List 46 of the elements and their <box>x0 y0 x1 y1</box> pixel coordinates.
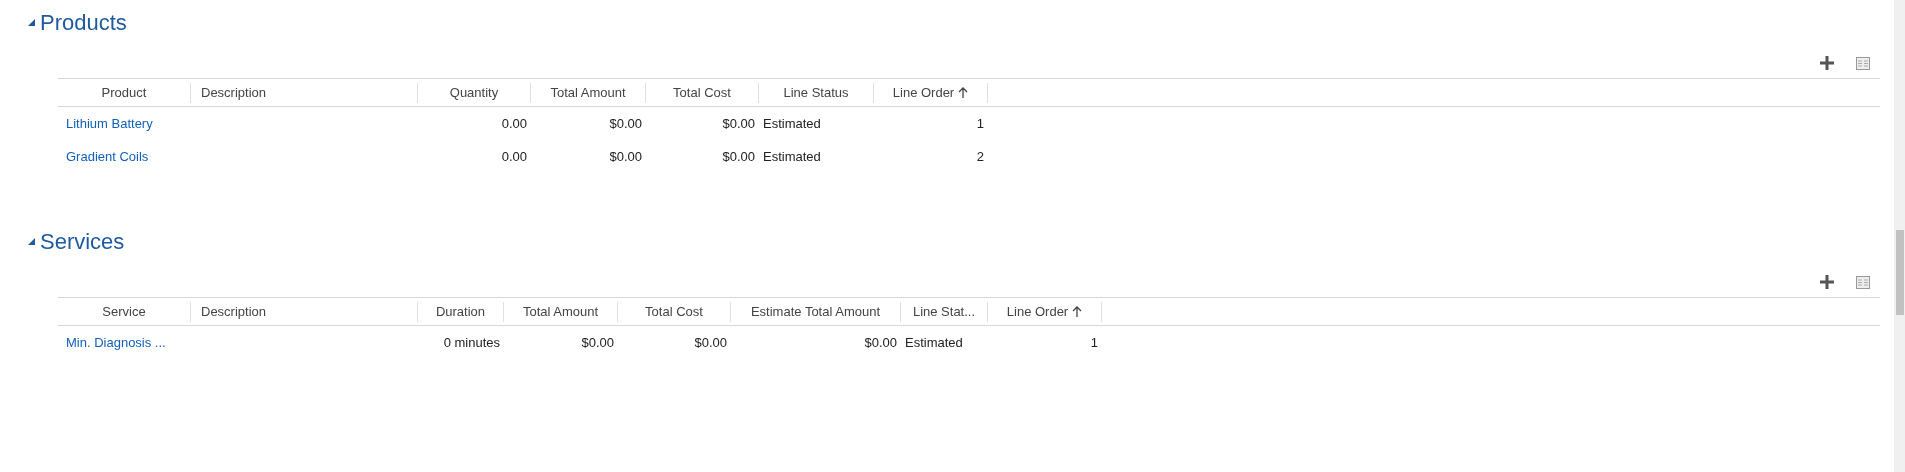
column-header[interactable]: Duration <box>435 301 486 322</box>
sort-ascending-icon[interactable] <box>958 87 969 98</box>
column-header[interactable]: Description <box>201 82 267 103</box>
column-header[interactable]: Line Order <box>892 82 955 103</box>
grid-view-icon[interactable] <box>1856 275 1870 289</box>
add-icon[interactable] <box>1820 56 1834 70</box>
record-link[interactable]: Lithium Battery <box>66 115 153 131</box>
table-cell: 0.00 <box>501 115 527 131</box>
table-cell: $0.00 <box>864 334 897 350</box>
table-cell: $0.00 <box>694 334 727 350</box>
column-header[interactable]: Line Order <box>1006 301 1069 322</box>
column-header[interactable]: Estimate Total Amount <box>750 301 881 322</box>
column-header[interactable]: Line Stat... <box>912 301 976 322</box>
collapse-icon[interactable] <box>28 237 35 245</box>
table-cell: $0.00 <box>609 115 642 131</box>
column-header[interactable]: Total Cost <box>673 82 731 103</box>
sort-ascending-icon[interactable] <box>1072 306 1083 317</box>
column-header[interactable]: Product <box>101 82 147 103</box>
column-header[interactable]: Total Amount <box>550 82 626 103</box>
table-cell: 2 <box>976 148 984 164</box>
table-cell: 0.00 <box>501 148 527 164</box>
column-header[interactable]: Total Cost <box>645 301 703 322</box>
table-cell: Estimated <box>763 148 821 164</box>
column-header[interactable]: Line Status <box>783 82 849 103</box>
section-title: Products <box>40 8 127 37</box>
table-cell: Estimated <box>905 334 963 350</box>
grid-view-icon[interactable] <box>1856 56 1870 70</box>
add-icon[interactable] <box>1820 275 1834 289</box>
scrollbar-thumb[interactable] <box>1896 230 1904 315</box>
record-link[interactable]: Min. Diagnosis ... <box>66 334 166 350</box>
column-header[interactable]: Service <box>102 301 146 322</box>
column-header[interactable]: Description <box>201 301 267 322</box>
scrollbar[interactable] <box>1894 0 1905 472</box>
table-cell: $0.00 <box>722 115 755 131</box>
column-header[interactable]: Quantity <box>449 82 499 103</box>
record-link[interactable]: Gradient Coils <box>66 148 149 164</box>
table-cell: 1 <box>1090 334 1098 350</box>
table-cell: $0.00 <box>609 148 642 164</box>
table-cell: $0.00 <box>722 148 755 164</box>
column-header[interactable]: Total Amount <box>522 301 599 322</box>
collapse-icon[interactable] <box>28 18 35 26</box>
section-title: Services <box>40 227 125 256</box>
table-cell: 1 <box>976 115 984 131</box>
table-cell: 0 minutes <box>443 334 500 350</box>
table-cell: $0.00 <box>581 334 614 350</box>
table-cell: Estimated <box>763 115 821 131</box>
